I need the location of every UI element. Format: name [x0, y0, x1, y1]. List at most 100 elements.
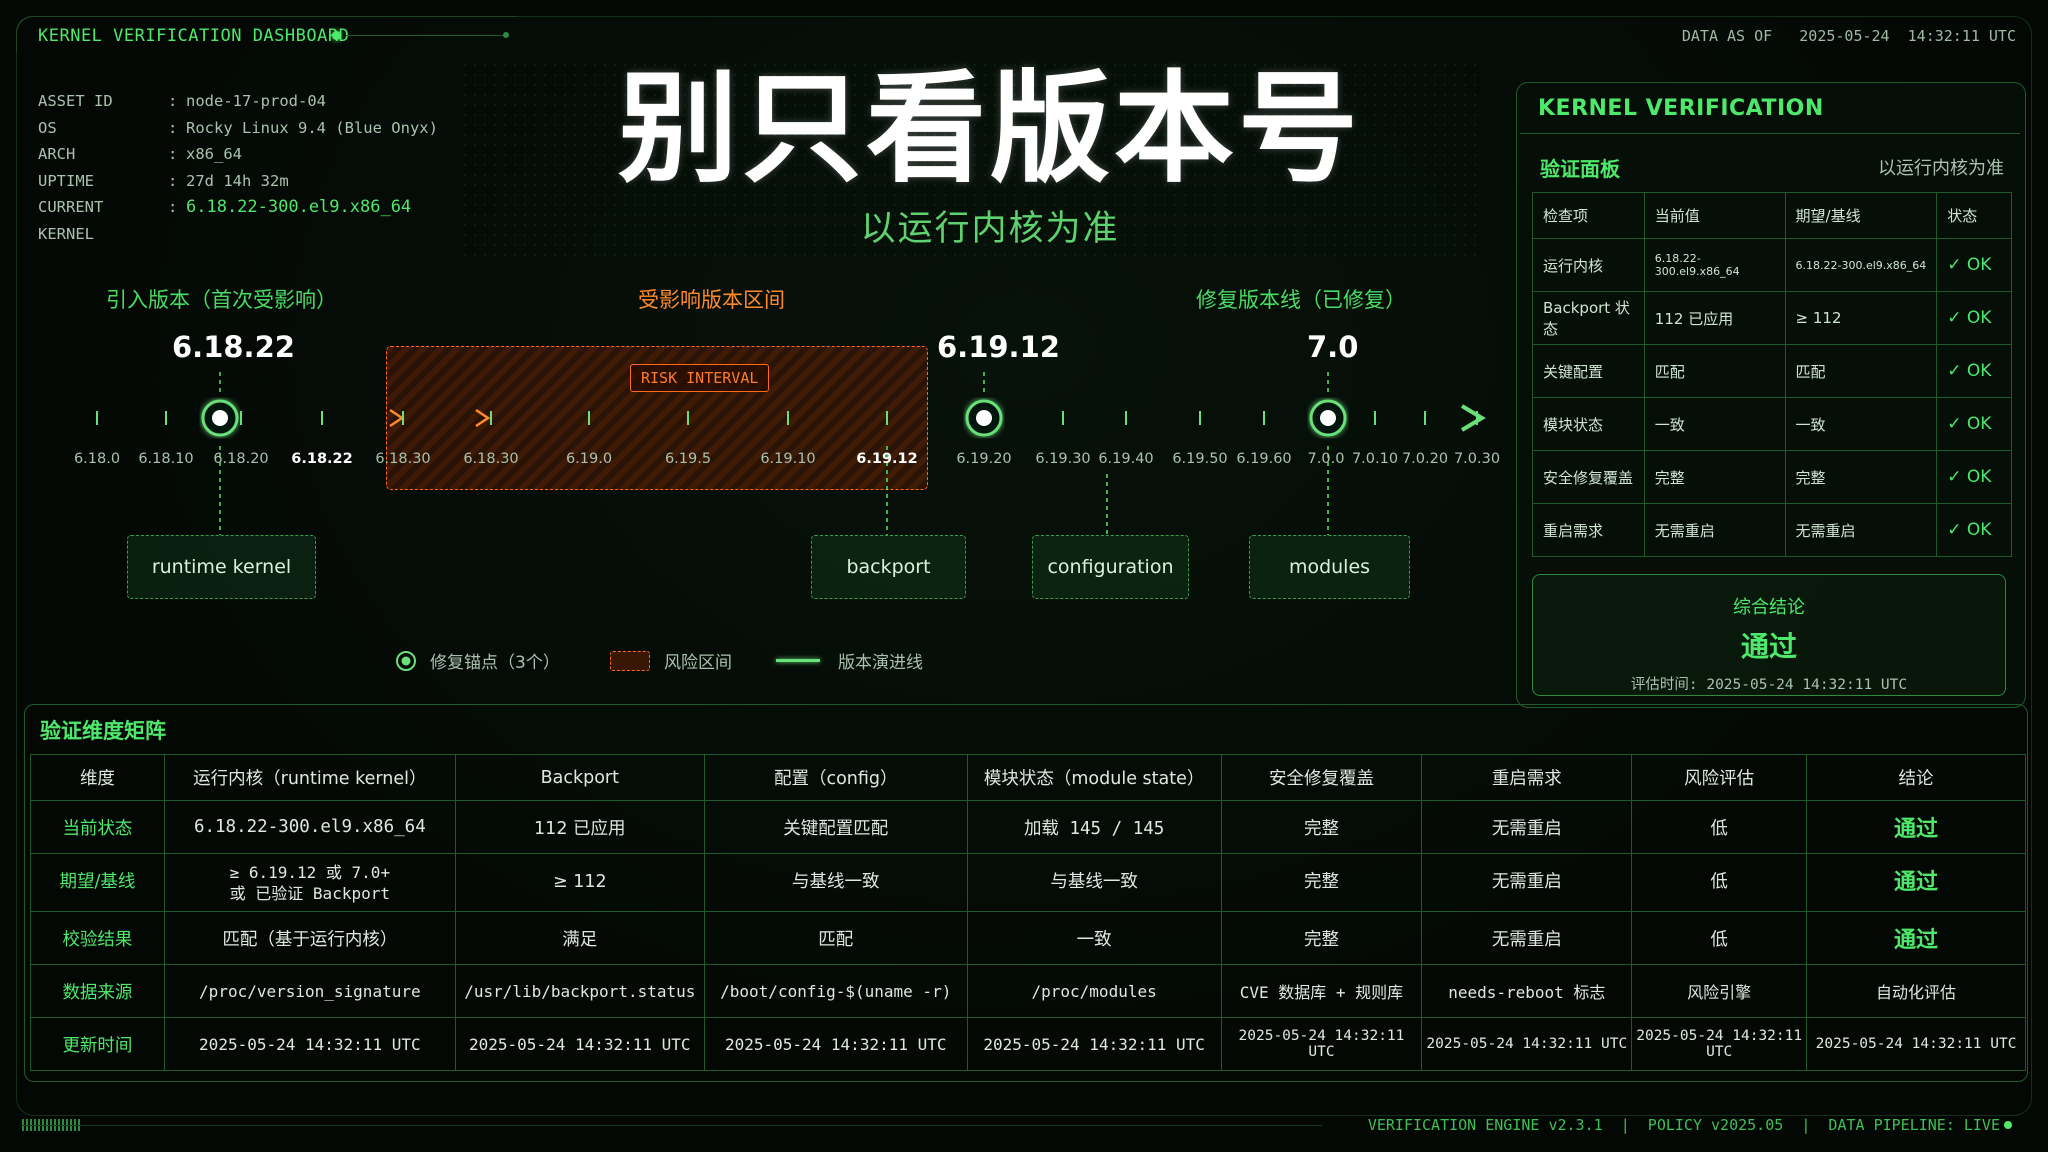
- panel-table-cell: 6.18.22-300.el9.x86_64: [1643, 238, 1786, 292]
- matrix-header: 模块状态（module state）: [966, 754, 1222, 801]
- panel-table-cell: 无需重启: [1643, 503, 1786, 557]
- tick-label: 6.18.30: [463, 451, 519, 467]
- risk-swatch-icon: [610, 650, 650, 671]
- matrix-cell: 完整: [1220, 853, 1423, 912]
- tick-label: 6.19.10: [760, 451, 816, 467]
- verification-matrix: 维度 运行内核（runtime kernel） Backport 配置（config）…: [30, 754, 2026, 1071]
- panel-table-cell: 匹配: [1643, 344, 1786, 398]
- panel-table-row: 重启需求 无需重启 无需重启 ✓ OK: [1532, 503, 2012, 557]
- matrix-cell: 112 已应用: [454, 800, 705, 854]
- panel-table-cell: 6.18.22-300.el9.x86_64: [1784, 238, 1938, 292]
- tick-label: 6.19.5: [664, 451, 712, 467]
- anchor-icon: [396, 650, 416, 671]
- panel-table-cell: 重启需求: [1532, 503, 1645, 557]
- matrix-row: 更新时间 2025-05-24 14:32:11 UTC 2025-05-24 14…: [30, 1017, 2026, 1071]
- panel-table-cell: 无需重启: [1784, 503, 1938, 557]
- matrix-cell: 2025-05-24 14:32:11 UTC: [1421, 1017, 1633, 1071]
- matrix-cell: 2025-05-24 14:32:11 UTC: [966, 1017, 1222, 1071]
- panel-divider: [1520, 133, 2020, 134]
- status-ok-badge: ✓ OK: [1936, 450, 2012, 504]
- tick-label: 6.19.20: [956, 451, 1012, 467]
- matrix-cell: needs-reboot 标志: [1421, 964, 1633, 1018]
- live-dot-icon: [2004, 1121, 2012, 1129]
- legend-anchor: 修复锚点（3个）: [394, 648, 560, 673]
- matrix-header: 维度: [30, 754, 165, 801]
- panel-subtitle: 验证面板: [1540, 157, 1620, 181]
- legend-risk-label: 风险区间: [664, 653, 732, 673]
- matrix-header: Backport: [454, 754, 705, 801]
- tick-label: 6.18.10: [138, 451, 194, 467]
- matrix-cell: 低: [1631, 911, 1808, 965]
- matrix-cell: 低: [1631, 853, 1808, 912]
- matrix-row-label: 更新时间: [30, 1017, 165, 1071]
- conclusion-value: 通过: [1740, 630, 1797, 663]
- panel-table-header: 检查项: [1532, 192, 1645, 239]
- line-swatch-icon: [776, 659, 820, 662]
- pass-result: 通过: [1806, 911, 2026, 965]
- tick-label: 6.19.40: [1098, 451, 1154, 467]
- legend-anchor-label: 修复锚点（3个）: [430, 653, 560, 673]
- legend-risk: 风险区间: [610, 648, 732, 673]
- status-ok-badge: ✓ OK: [1936, 397, 2012, 451]
- legend-line-label: 版本演进线: [838, 653, 923, 673]
- matrix-cell: 无需重启: [1421, 853, 1633, 912]
- panel-table-cell: 关键配置: [1532, 344, 1645, 398]
- panel-table-cell: Backport 状态: [1532, 291, 1645, 345]
- matrix-header: 结论: [1806, 754, 2026, 801]
- matrix-header: 重启需求: [1421, 754, 1633, 801]
- matrix-cell: 匹配（基于运行内核）: [163, 911, 456, 965]
- panel-table-cell: ≥ 112: [1784, 291, 1938, 345]
- footer-status: VERIFICATION ENGINE v2.3.1 | POLICY v202…: [1367, 1116, 2000, 1134]
- panel-table-cell: 完整: [1784, 450, 1938, 504]
- matrix-cell: 2025-05-24 14:32:11 UTC: [1220, 1017, 1423, 1071]
- matrix-cell: 与基线一致: [966, 853, 1222, 912]
- tag-runtime-kernel: runtime kernel: [127, 535, 316, 599]
- matrix-row-label: 当前状态: [30, 800, 165, 854]
- tag-backport: backport: [811, 535, 966, 599]
- matrix-cell: 关键配置匹配: [703, 800, 968, 854]
- matrix-title: 验证维度矩阵: [40, 719, 166, 743]
- matrix-header: 运行内核（runtime kernel）: [163, 754, 456, 801]
- panel-table-cell: 安全修复覆盖: [1532, 450, 1645, 504]
- verification-table: 检查项 当前值 期望/基线 状态 运行内核 6.18.22-300.el9.x86_64…: [1532, 192, 2012, 557]
- matrix-cell: /boot/config-$(uname -r): [703, 964, 968, 1018]
- matrix-cell: 风险引擎: [1631, 964, 1808, 1018]
- matrix-cell: 完整: [1220, 911, 1423, 965]
- tick-label: 6.18.0: [73, 451, 121, 467]
- matrix-cell: CVE 数据库 + 规则库: [1220, 964, 1423, 1018]
- conclusion-label: 综合结论: [1733, 597, 1805, 618]
- matrix-cell: 匹配: [703, 911, 968, 965]
- matrix-cell: 无需重启: [1421, 800, 1633, 854]
- matrix-row: 校验结果 匹配（基于运行内核） 满足 匹配 一致 完整 无需重启低通过: [30, 911, 2026, 965]
- matrix-cell: /proc/modules: [966, 964, 1222, 1018]
- matrix-row-label: 数据来源: [30, 964, 165, 1018]
- panel-table-row: 模块状态 一致 一致 ✓ OK: [1532, 397, 2012, 451]
- footer-divider: [22, 1125, 1322, 1126]
- panel-table-header: 当前值: [1643, 192, 1786, 239]
- tick-label: 6.18.20: [213, 451, 269, 467]
- panel-title: KERNEL VERIFICATION: [1538, 96, 1824, 121]
- matrix-cell: 与基线一致: [703, 853, 968, 912]
- status-ok-badge: ✓ OK: [1936, 291, 2012, 345]
- matrix-cell: 自动化评估: [1806, 964, 2026, 1018]
- matrix-cell: ≥ 112: [454, 853, 705, 912]
- matrix-cell: /proc/version_signature: [163, 964, 456, 1018]
- panel-table-cell: 完整: [1643, 450, 1786, 504]
- panel-table-cell: 一致: [1784, 397, 1938, 451]
- panel-table-cell: 匹配: [1784, 344, 1938, 398]
- legend-line: 版本演进线: [776, 648, 923, 673]
- matrix-row: 期望/基线 ≥ 6.19.12 或 7.0+ 或 已验证 Backport ≥ 11…: [30, 853, 2026, 912]
- matrix-cell: 一致: [966, 911, 1222, 965]
- tick-label: 6.19.0: [565, 451, 613, 467]
- tag-modules: modules: [1249, 535, 1410, 599]
- matrix-cell: 2025-05-24 14:32:11 UTC: [703, 1017, 968, 1071]
- panel-table-cell: 112 已应用: [1643, 291, 1786, 345]
- tick-label: 6.19.30: [1035, 451, 1091, 467]
- tick-label: 6.19.60: [1236, 451, 1292, 467]
- matrix-cell: ≥ 6.19.12 或 7.0+ 或 已验证 Backport: [163, 853, 456, 912]
- matrix-row-label: 校验结果: [30, 911, 165, 965]
- panel-table-row: Backport 状态 112 已应用 ≥ 112 ✓ OK: [1532, 291, 2012, 345]
- tick-label: 6.18.22: [291, 451, 353, 467]
- panel-table-row: 安全修复覆盖 完整 完整 ✓ OK: [1532, 450, 2012, 504]
- matrix-cell: /usr/lib/backport.status: [454, 964, 705, 1018]
